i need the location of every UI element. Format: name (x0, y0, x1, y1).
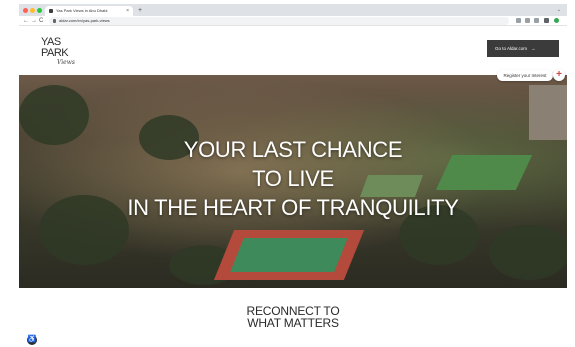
accessibility-icon[interactable]: ♿ (27, 335, 37, 345)
hero-banner: YOUR LAST CHANCE TO LIVE IN THE HEART OF… (19, 75, 567, 288)
tab-title: Yas Park Views in Abu Dhabi (56, 8, 108, 13)
arrow-right-icon: → (531, 46, 536, 51)
new-tab-icon[interactable]: + (138, 6, 142, 15)
minimize-window-icon[interactable] (30, 8, 35, 13)
site-header: YAS PARK Views Go to Aldar.com → (19, 27, 567, 75)
close-window-icon[interactable] (23, 8, 28, 13)
back-icon[interactable]: ← (23, 17, 29, 25)
section-heading: RECONNECT TO WHAT MATTERS (19, 305, 567, 329)
logo-signature: Views (57, 59, 75, 66)
hero-heading-line-3: IN THE HEART OF TRANQUILITY (127, 195, 459, 220)
url-field[interactable]: aldar.com/en/yas-park-views (49, 17, 509, 25)
browser-window: Yas Park Views in Abu Dhabi × + ⌄ ← → C … (19, 4, 567, 347)
forward-icon[interactable]: → (31, 17, 37, 25)
tab-search-icon[interactable]: ⌄ (557, 6, 561, 14)
share-icon[interactable] (516, 18, 521, 23)
tree-canopy (19, 85, 89, 145)
tab-close-icon[interactable]: × (126, 7, 129, 15)
profile-icon[interactable] (554, 18, 559, 23)
reload-icon[interactable]: C (39, 17, 43, 25)
go-to-aldar-label: Go to Aldar.com (495, 46, 528, 51)
yas-park-logo[interactable]: YAS PARK Views (41, 37, 87, 71)
favicon-icon (49, 9, 53, 13)
maximize-window-icon[interactable] (37, 8, 42, 13)
star-icon[interactable] (525, 18, 530, 23)
section-heading-line-2: WHAT MATTERS (247, 316, 339, 330)
sidebar-icon[interactable] (544, 18, 549, 23)
tab-bar: Yas Park Views in Abu Dhabi × + ⌄ (19, 4, 567, 16)
address-bar: ← → C aldar.com/en/yas-park-views (19, 16, 567, 26)
url-text: aldar.com/en/yas-park-views (59, 18, 110, 23)
tennis-court-surface (230, 238, 348, 272)
extensions-icon[interactable] (534, 18, 539, 23)
hero-heading-line-2: TO LIVE (252, 166, 334, 191)
tree-canopy (489, 225, 567, 280)
building (529, 85, 567, 140)
register-interest-button[interactable]: Register your Interest (497, 70, 553, 81)
hero-heading-line-1: YOUR LAST CHANCE (183, 137, 403, 162)
logo-line-park: PARK (41, 47, 69, 59)
plus-icon[interactable]: + (553, 69, 565, 81)
go-to-aldar-button[interactable]: Go to Aldar.com → (487, 40, 559, 57)
active-tab[interactable]: Yas Park Views in Abu Dhabi × (45, 6, 133, 16)
lock-icon (53, 19, 56, 23)
